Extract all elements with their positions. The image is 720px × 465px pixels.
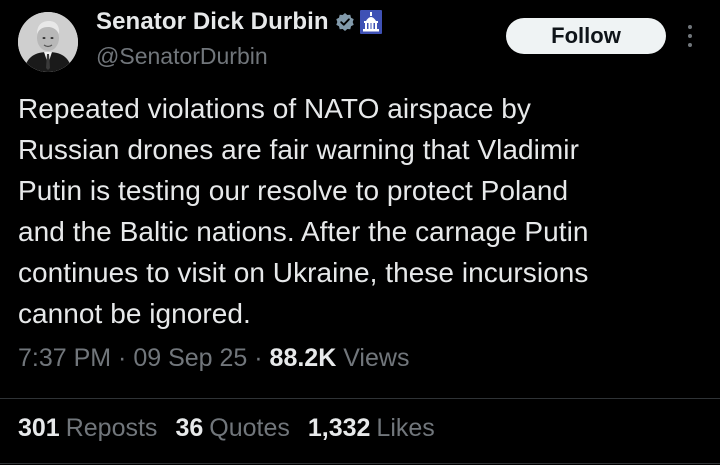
avatar[interactable] bbox=[18, 12, 78, 72]
more-dot bbox=[688, 34, 692, 38]
divider bbox=[0, 398, 720, 399]
tweet-line: continues to visit on Ukraine, these inc… bbox=[18, 257, 589, 288]
quotes-stat[interactable]: 36 Quotes bbox=[175, 414, 289, 443]
tweet-line: Repeated violations of NATO airspace by bbox=[18, 93, 531, 124]
more-dot bbox=[688, 25, 692, 29]
likes-label: Likes bbox=[376, 414, 435, 442]
author-display-name[interactable]: Senator Dick Durbin bbox=[96, 8, 329, 36]
likes-stat[interactable]: 1,332 Likes bbox=[308, 414, 435, 443]
author-name-row: Senator Dick Durbin bbox=[96, 8, 382, 36]
tweet-line: and the Baltic nations. After the carnag… bbox=[18, 216, 589, 247]
tweet-line: Russian drones are fair warning that Vla… bbox=[18, 134, 579, 165]
tweet-date[interactable]: 09 Sep 25 bbox=[133, 344, 247, 372]
likes-count: 1,332 bbox=[307, 414, 371, 442]
follow-button[interactable]: Follow bbox=[506, 18, 666, 54]
divider bbox=[0, 463, 720, 464]
reposts-label: Reposts bbox=[65, 414, 158, 442]
verified-badge-icon[interactable] bbox=[335, 12, 355, 32]
tweet-text: Repeated violations of NATO airspace by … bbox=[18, 88, 710, 334]
tweet-time[interactable]: 7:37 PM bbox=[18, 344, 111, 372]
views-count: 88.2K bbox=[269, 344, 337, 372]
quotes-count: 36 bbox=[175, 414, 204, 442]
reposts-count: 301 bbox=[18, 414, 60, 442]
engagement-stats: 301 Reposts 36 Quotes 1,332 Likes bbox=[18, 414, 435, 443]
tweet-line: Putin is testing our resolve to protect … bbox=[18, 175, 569, 206]
more-vertical-icon[interactable] bbox=[683, 25, 697, 47]
reposts-stat[interactable]: 301 Reposts bbox=[18, 414, 157, 443]
views-label: Views bbox=[336, 344, 410, 372]
capitol-government-icon[interactable] bbox=[359, 10, 382, 34]
tweet-line: cannot be ignored. bbox=[18, 298, 251, 329]
meta-separator: · bbox=[247, 344, 270, 372]
quotes-label: Quotes bbox=[209, 414, 290, 442]
senator-portrait-image bbox=[18, 12, 78, 72]
more-dot bbox=[688, 43, 692, 47]
tweet-meta: 7:37 PM · 09 Sep 25 · 88.2K Views bbox=[18, 344, 409, 373]
meta-separator: · bbox=[111, 344, 134, 372]
author-handle[interactable]: @SenatorDurbin bbox=[96, 43, 268, 70]
